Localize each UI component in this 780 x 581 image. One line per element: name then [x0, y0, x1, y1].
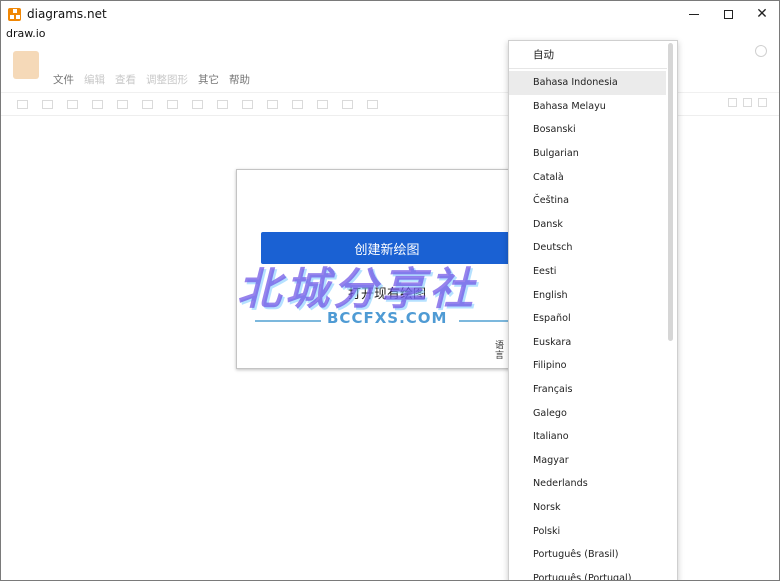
shadow-icon[interactable] — [292, 99, 303, 109]
language-option[interactable]: Bahasa Melayu — [509, 95, 666, 119]
language-globe-icon[interactable] — [755, 45, 767, 57]
collapse-icon[interactable] — [758, 98, 767, 107]
insert-icon[interactable] — [367, 99, 378, 109]
language-link[interactable]: 语言 — [495, 341, 507, 361]
language-option[interactable]: Filipino — [509, 354, 666, 378]
dropdown-scrollbar[interactable] — [668, 43, 673, 341]
language-option[interactable]: Norsk — [509, 496, 666, 520]
toolbar-right — [728, 98, 767, 107]
line-color-icon[interactable] — [267, 99, 278, 109]
language-option[interactable]: Bahasa Indonesia — [509, 71, 666, 95]
language-option-auto[interactable]: 自动 — [509, 41, 667, 69]
drawio-logo-icon — [8, 7, 21, 21]
language-option[interactable]: Magyar — [509, 449, 666, 473]
window-subtitle: draw.io — [6, 27, 46, 40]
window-title: diagrams.net — [27, 7, 107, 21]
delete-icon[interactable] — [167, 99, 178, 109]
language-option[interactable]: Bosanski — [509, 118, 666, 142]
language-option[interactable]: Español — [509, 307, 666, 331]
zoom-out-icon[interactable] — [92, 99, 103, 109]
close-icon: ✕ — [756, 6, 768, 22]
language-option[interactable]: Português (Brasil) — [509, 543, 666, 567]
to-back-icon[interactable] — [217, 99, 228, 109]
app-logo — [13, 51, 39, 79]
page-view-icon[interactable] — [17, 99, 28, 109]
window-controls: ✕ — [677, 1, 779, 27]
zoom-in-icon[interactable] — [67, 99, 78, 109]
title-bar: diagrams.net ✕ — [1, 1, 779, 27]
language-option[interactable]: Français — [509, 378, 666, 402]
connection-icon[interactable] — [317, 99, 328, 109]
open-existing-diagram-button[interactable]: 打开现有绘图 — [261, 276, 513, 308]
fullscreen-icon[interactable] — [728, 98, 737, 107]
app-window: diagrams.net ✕ draw.io 文件 编辑 查看 调整图形 其它 … — [0, 0, 780, 581]
waypoints-icon[interactable] — [342, 99, 353, 109]
redo-icon[interactable] — [142, 99, 153, 109]
maximize-icon — [723, 9, 733, 19]
language-dropdown: 自动 Bahasa Indonesia Bahasa Melayu Bosanski… — [508, 40, 678, 580]
menu-arrange[interactable]: 调整图形 — [146, 72, 188, 87]
menu-edit[interactable]: 编辑 — [84, 72, 105, 87]
language-option[interactable]: Dansk — [509, 213, 666, 237]
language-option[interactable]: Català — [509, 165, 666, 189]
close-button[interactable]: ✕ — [745, 1, 779, 27]
language-option[interactable]: Euskara — [509, 331, 666, 355]
menu-file[interactable]: 文件 — [53, 72, 74, 87]
menu-help[interactable]: 帮助 — [229, 72, 250, 87]
zoom-select-icon[interactable] — [42, 99, 53, 109]
fill-color-icon[interactable] — [242, 99, 253, 109]
language-option[interactable]: English — [509, 283, 666, 307]
minimize-button[interactable] — [677, 1, 711, 27]
format-panel-icon[interactable] — [743, 98, 752, 107]
minimize-icon — [689, 13, 699, 15]
language-option[interactable]: Português (Portugal) — [509, 566, 666, 580]
undo-icon[interactable] — [117, 99, 128, 109]
language-option[interactable]: Italiano — [509, 425, 666, 449]
menu-view[interactable]: 查看 — [115, 72, 136, 87]
maximize-button[interactable] — [711, 1, 745, 27]
language-option[interactable]: Nederlands — [509, 472, 666, 496]
to-front-icon[interactable] — [192, 99, 203, 109]
start-dialog: 创建新绘图 打开现有绘图 语言 — [236, 169, 520, 369]
language-option[interactable]: Galego — [509, 401, 666, 425]
create-new-diagram-button[interactable]: 创建新绘图 — [261, 232, 513, 264]
language-option[interactable]: Eesti — [509, 260, 666, 284]
language-option[interactable]: Deutsch — [509, 236, 666, 260]
language-option[interactable]: Bulgarian — [509, 142, 666, 166]
menu-bar: 文件 编辑 查看 调整图形 其它 帮助 — [53, 72, 250, 87]
language-list: Bahasa Indonesia Bahasa Melayu Bosanski Bul… — [509, 69, 677, 580]
language-option[interactable]: Čeština — [509, 189, 666, 213]
language-option[interactable]: Polski — [509, 519, 666, 543]
menu-extras[interactable]: 其它 — [198, 72, 219, 87]
